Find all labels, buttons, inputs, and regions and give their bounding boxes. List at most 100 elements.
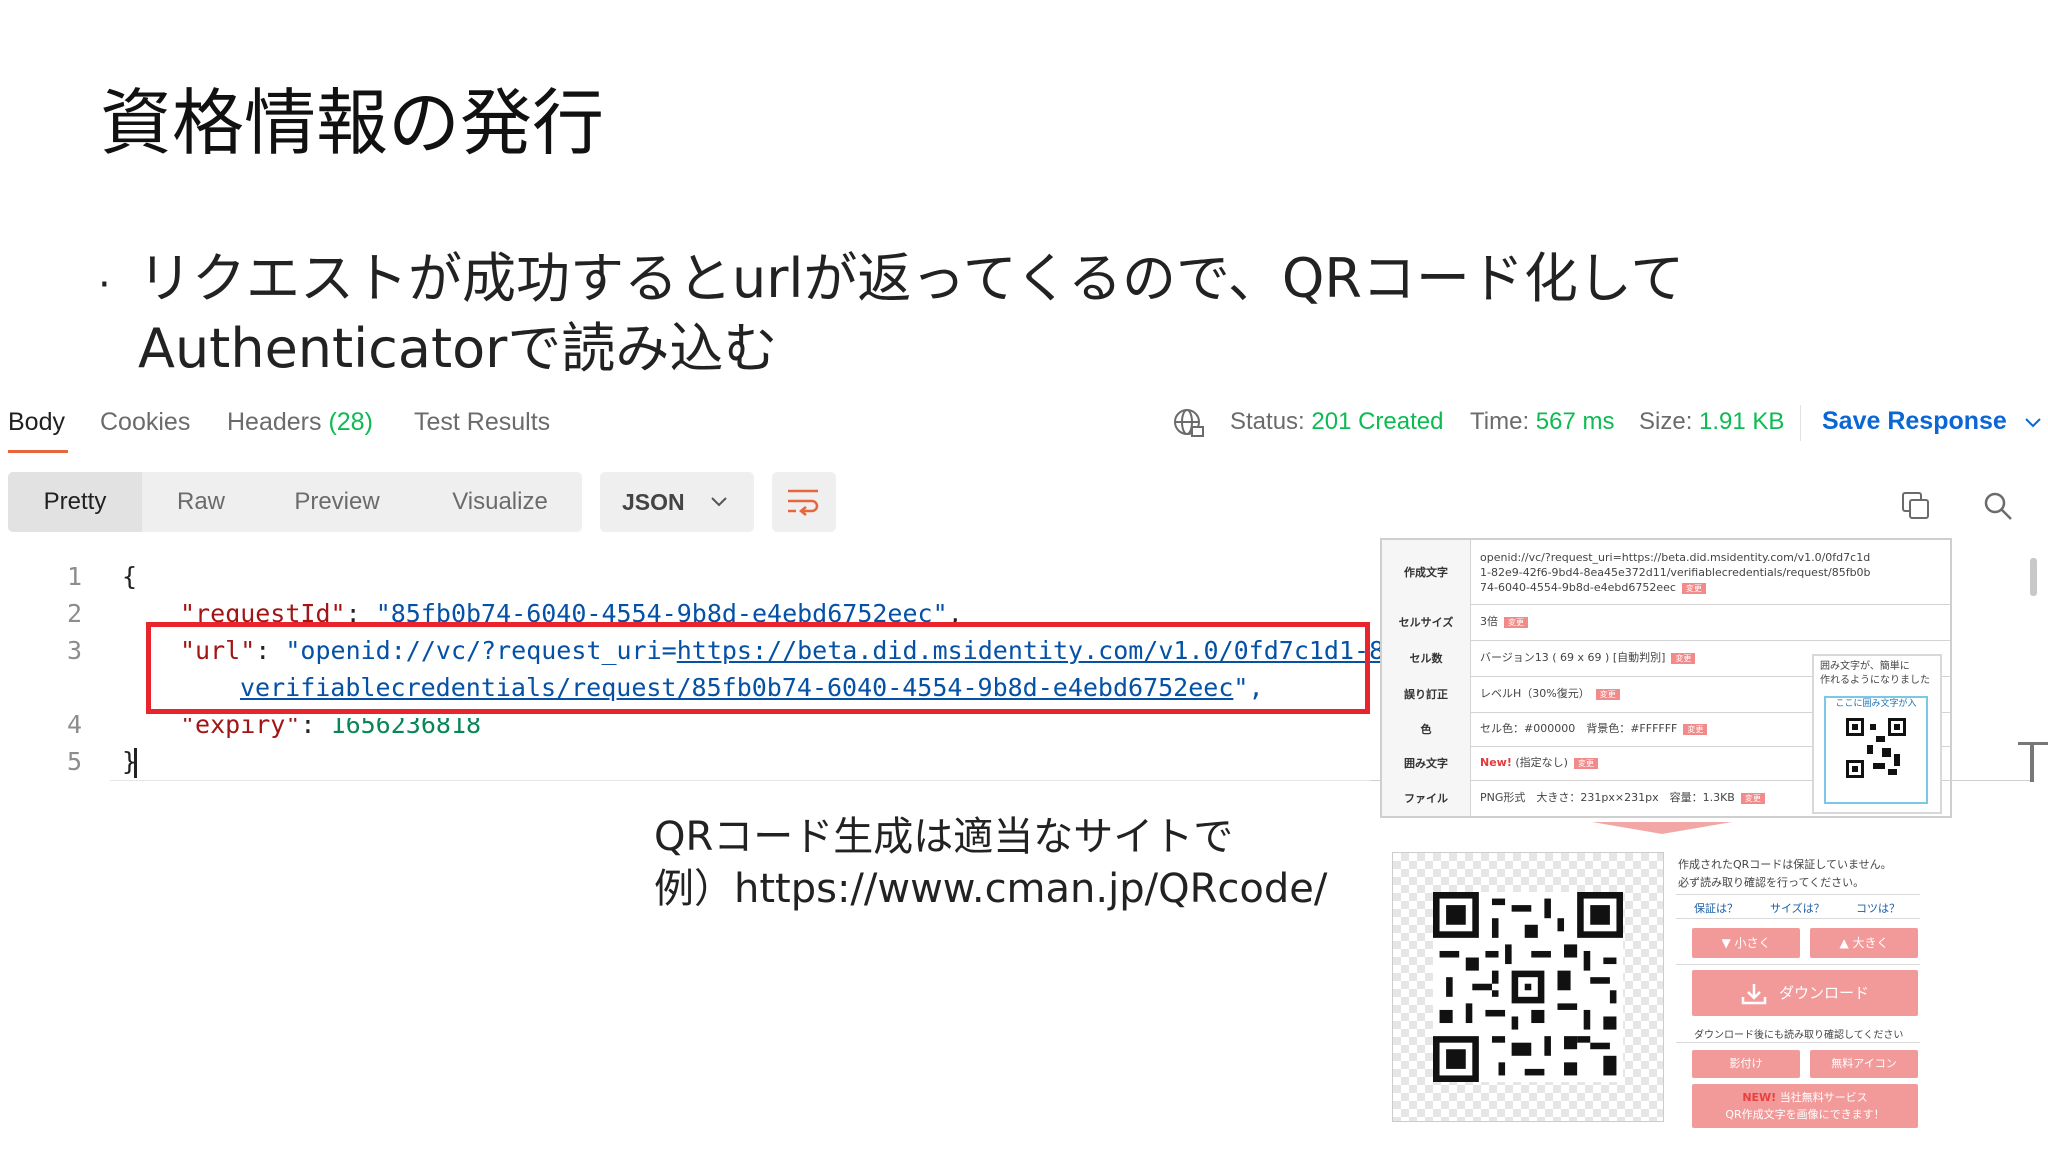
text-cursor — [134, 748, 137, 778]
scroll-marker-stem — [2030, 742, 2034, 782]
qr-row-label: 作成文字 — [1382, 540, 1471, 604]
help-link-guarantee[interactable]: 保証は？ — [1694, 900, 1738, 916]
view-pretty-button[interactable]: Pretty — [8, 472, 142, 532]
change-button[interactable]: 変更 — [1504, 617, 1528, 628]
download-icon — [1741, 983, 1767, 1004]
free-icon-button[interactable]: 無料アイコン — [1810, 1050, 1918, 1078]
line-number: 4 — [66, 710, 82, 739]
help-link-size[interactable]: サイズは？ — [1770, 900, 1825, 916]
status-value: 201 Created — [1311, 408, 1444, 435]
qr-row-value: 3倍 — [1480, 615, 1498, 628]
chevron-down-icon — [2025, 418, 2041, 428]
qr-row-value: openid://vc/?request_uri=https://beta.di… — [1480, 550, 1871, 595]
new-badge: New! — [1480, 756, 1512, 769]
bullet-text-line-2: Authenticatorで読み込む — [138, 317, 778, 380]
copy-icon[interactable] — [1900, 490, 1932, 522]
qr-row-text: 作成文字 openid://vc/?request_uri=https://be… — [1382, 540, 1950, 605]
format-select[interactable]: JSON — [600, 472, 754, 532]
change-button[interactable]: 変更 — [1681, 583, 1706, 594]
tab-test-results[interactable]: Test Results — [414, 408, 550, 437]
qr-code-preview — [1392, 852, 1664, 1122]
size-value: 1.91 KB — [1699, 408, 1785, 435]
callout-box-label: ここに囲み文字が入 — [1835, 699, 1917, 709]
change-button[interactable]: 変更 — [1740, 793, 1765, 804]
change-button[interactable]: 変更 — [1573, 758, 1598, 769]
download-button[interactable]: ダウンロード — [1692, 970, 1918, 1016]
promo-banner[interactable]: NEW! 当社無料サービス QR作成文字を画像にできます！ — [1692, 1084, 1918, 1128]
scrollbar-thumb[interactable] — [2030, 558, 2037, 596]
qr-row-label: セル数 — [1382, 640, 1471, 676]
bullet-text-line-1: リクエストが成功するとurlが返ってくるので、QRコード化して — [138, 247, 1685, 310]
line-number: 3 — [66, 636, 82, 665]
promo-line-2: QR作成文字を画像にできます！ — [1725, 1108, 1885, 1121]
tab-cookies[interactable]: Cookies — [100, 408, 190, 437]
line-number: 2 — [66, 599, 82, 628]
toolbar-divider — [1800, 405, 1801, 441]
qr-disclaimer-line-2: 必ず読み取り確認を行ってください。 — [1678, 876, 1865, 889]
qr-row-value: (指定なし) — [1515, 756, 1568, 769]
arrow-down-icon — [1592, 822, 1732, 834]
change-button[interactable]: 変更 — [1671, 653, 1696, 664]
qr-row-cell-size: セルサイズ 3倍 変更 — [1382, 604, 1950, 641]
qr-row-value: セル色：#000000 背景色：#FFFFFF — [1480, 722, 1678, 735]
qr-text-line: 1-82e9-42f6-9bd4-8ea45e372d11/verifiable… — [1480, 566, 1871, 579]
qr-row-label: 色 — [1382, 712, 1471, 746]
qr-disclaimer-line-1: 作成されたQRコードは保証していません。 — [1678, 858, 1892, 871]
wrap-lines-icon — [788, 489, 819, 516]
callout-line: 作れるようになりました — [1820, 675, 1930, 686]
line-number: 5 — [66, 747, 82, 776]
promo-new-badge: NEW! — [1742, 1091, 1777, 1104]
bullet-dot: · — [98, 262, 111, 308]
larger-button[interactable]: ▲ 大きく — [1810, 928, 1918, 958]
callout-text: 囲み文字が、簡単に 作れるようになりました — [1820, 660, 1930, 688]
code-line-expiry: "expiry": 1656236818 — [180, 710, 482, 739]
json-colon: : — [300, 710, 331, 739]
caption-line-1: QRコード生成は適当なサイトで — [654, 814, 1234, 860]
editor-bottom-border — [110, 780, 1370, 781]
view-raw-button[interactable]: Raw — [142, 472, 260, 532]
qr-row-value: バージョン13 ( 69 x 69 ) [自動判別] — [1480, 651, 1666, 664]
view-preview-button[interactable]: Preview — [274, 472, 400, 532]
caption-line-2: 例）https://www.cman.jp/QRcode/ — [654, 866, 1328, 912]
slide-title: 資格情報の発行 — [100, 81, 605, 165]
download-label: ダウンロード — [1778, 984, 1869, 1002]
callout-line: 囲み文字が、簡単に — [1820, 661, 1910, 672]
line-number: 1 — [66, 562, 82, 591]
change-button[interactable]: 変更 — [1683, 724, 1708, 735]
search-icon[interactable] — [1982, 490, 2014, 522]
json-number: 1656236818 — [330, 710, 482, 739]
change-button[interactable]: 変更 — [1595, 689, 1620, 700]
globe-icon[interactable] — [1172, 406, 1206, 440]
time-value: 567 ms — [1535, 408, 1615, 435]
framed-qr-sample: ここに囲み文字が入 — [1824, 696, 1928, 804]
tab-body[interactable]: Body — [8, 408, 65, 437]
divider — [1676, 964, 1920, 965]
response-status: Status: 201 Created — [1230, 408, 1443, 436]
chevron-down-icon — [711, 497, 727, 507]
json-key: "expiry" — [180, 710, 301, 739]
qr-code-icon — [1433, 892, 1623, 1082]
qr-row-value: レベルH（30%復元） — [1480, 687, 1590, 700]
smaller-button[interactable]: ▼ 小さく — [1692, 928, 1800, 958]
divider — [1676, 1042, 1920, 1043]
divider — [1676, 894, 1920, 895]
qr-text-line: openid://vc/?request_uri=https://beta.di… — [1480, 551, 1871, 564]
wrap-lines-button[interactable] — [772, 472, 836, 532]
qr-row-label: 誤り訂正 — [1382, 676, 1471, 712]
tab-headers[interactable]: Headers (28) — [227, 408, 373, 437]
qr-text-line: 74-6040-4554-9b8d-e4ebd6752eec — [1480, 581, 1676, 594]
save-response-button[interactable]: Save Response — [1822, 407, 2042, 436]
size-label: Size: — [1639, 408, 1693, 435]
response-size: Size: 1.91 KB — [1639, 408, 1784, 436]
format-select-value: JSON — [622, 489, 685, 515]
code-open-brace: { — [122, 562, 138, 591]
qr-row-label: セルサイズ — [1382, 604, 1471, 640]
view-visualize-button[interactable]: Visualize — [432, 472, 568, 532]
divider — [1676, 918, 1920, 919]
response-time: Time: 567 ms — [1470, 408, 1614, 436]
qr-sample-icon — [1846, 718, 1906, 778]
shadow-button[interactable]: 影付け — [1692, 1050, 1800, 1078]
qr-row-label: ファイル — [1382, 780, 1471, 816]
help-link-tips[interactable]: コツは？ — [1856, 900, 1900, 916]
status-label: Status: — [1230, 408, 1305, 435]
